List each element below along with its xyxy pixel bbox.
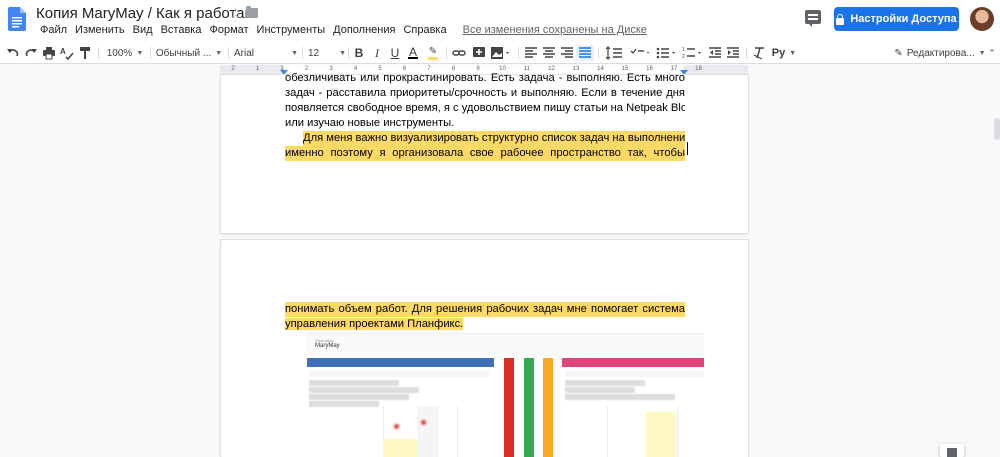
checklist-icon[interactable]	[630, 45, 652, 61]
zoom-select[interactable]: 100% ▼	[104, 45, 146, 61]
redo-icon[interactable]	[24, 45, 38, 61]
align-right-icon[interactable]	[560, 45, 574, 61]
paragraph[interactable]: понимать объем работ. Для решения рабочи…	[285, 302, 685, 332]
font-size-select[interactable]: 12 ▼	[306, 45, 346, 61]
menu-addons[interactable]: Дополнения	[329, 24, 399, 40]
style-select[interactable]: Обычный ... ▼	[154, 45, 224, 61]
highlight-color-icon[interactable]: ✎	[426, 45, 440, 61]
document-page[interactable]: обезличивать или прокрастинировать. Есть…	[221, 72, 748, 233]
collapse-menu-icon[interactable]: ⌃	[986, 45, 998, 61]
saved-status-link[interactable]: Все изменения сохранены на Диске	[459, 24, 651, 40]
link-icon[interactable]	[452, 45, 466, 61]
explore-button[interactable]	[940, 444, 964, 457]
highlighted-text-line: Для меня важно визуализировать структурн…	[303, 131, 685, 146]
share-button[interactable]: Настройки Доступа	[834, 7, 959, 31]
text-line: или изучаю новые инструменты.	[285, 117, 455, 129]
explore-icon	[947, 448, 957, 457]
comments-icon[interactable]	[805, 10, 821, 27]
bold-icon[interactable]: B	[352, 45, 366, 61]
column-green	[524, 358, 534, 457]
menu-edit[interactable]: Изменить	[71, 24, 129, 40]
planfix-app-header: Планфикс MaryMay	[307, 334, 704, 356]
menu-insert[interactable]: Вставка	[157, 24, 206, 40]
italic-icon[interactable]: I	[370, 45, 384, 61]
input-tools-button[interactable]: Ру ▼	[770, 45, 798, 61]
pencil-icon: ✎	[894, 47, 903, 59]
toolbar: A 100% ▼ Обычный ... ▼ Arial ▼ 12 ▼ B I U A …	[0, 42, 1000, 64]
align-justify-icon	[579, 47, 591, 58]
document-page[interactable]: понимать объем работ. Для решения рабочи…	[221, 240, 748, 457]
align-center-icon[interactable]	[542, 45, 556, 61]
spellcheck-icon[interactable]: A	[60, 45, 74, 61]
ruler-number: 2	[231, 66, 235, 72]
paragraph[interactable]: обезличивать или прокрастинировать. Есть…	[285, 71, 685, 161]
underline-icon[interactable]: U	[388, 45, 402, 61]
ruler-number: 1	[255, 66, 260, 72]
share-label: Настройки Доступа	[850, 13, 957, 25]
star-icon[interactable]: ☆	[229, 4, 242, 22]
text-line: появляется свободное время, я с удовольс…	[285, 102, 685, 114]
planfix-panel-header	[562, 358, 704, 367]
svg-text:A: A	[60, 47, 66, 56]
column-in-progress	[543, 358, 553, 457]
highlighted-text-line: именно поэтому я организовала свое рабоч…	[285, 146, 685, 161]
menu-file[interactable]: Файл	[36, 24, 71, 40]
align-left-icon[interactable]	[524, 45, 538, 61]
insert-image-icon[interactable]	[490, 45, 512, 61]
highlighted-text-line: понимать объем работ. Для решения рабочи…	[285, 302, 685, 317]
ruler-number: 18	[695, 66, 702, 72]
google-docs-icon[interactable]	[8, 7, 26, 31]
menu-view[interactable]: Вид	[129, 24, 157, 40]
menu-tools[interactable]: Инструменты	[253, 24, 330, 40]
align-justify-button[interactable]	[576, 45, 594, 61]
menu-format[interactable]: Формат	[205, 24, 252, 40]
document-title[interactable]: Копия MaryMay / Как я работаю	[36, 5, 256, 22]
font-select[interactable]: Arial ▼	[232, 45, 298, 61]
scrollbar-thumb[interactable]	[994, 118, 1000, 140]
avatar[interactable]	[970, 7, 994, 31]
column-current-tasks	[504, 358, 514, 457]
add-comment-icon[interactable]	[472, 45, 486, 61]
lock-icon	[836, 13, 845, 25]
folder-icon[interactable]	[246, 6, 258, 18]
editing-mode-select[interactable]: ✎ Редактирова... ▼	[894, 45, 985, 61]
embedded-screenshot[interactable]: Планфикс MaryMay	[307, 333, 704, 457]
menu-help[interactable]: Справка	[399, 24, 450, 40]
text-color-icon[interactable]: A	[406, 45, 420, 61]
svg-text:1: 1	[682, 47, 685, 53]
numbered-list-icon[interactable]: 12	[682, 45, 704, 61]
undo-icon[interactable]	[6, 45, 20, 61]
clear-formatting-icon[interactable]	[752, 45, 766, 61]
text-cursor	[687, 142, 688, 155]
planfix-panel-header	[307, 358, 494, 367]
text-line: обезличивать или прокрастинировать. Есть…	[285, 72, 685, 84]
svg-text:2: 2	[682, 54, 685, 60]
print-icon[interactable]	[42, 45, 56, 61]
menu-bar: Файл Изменить Вид Вставка Формат Инструм…	[36, 24, 651, 40]
highlighted-text-line: управления проектами Планфикс.	[285, 318, 464, 330]
docs-header: Копия MaryMay / Как я работаю ☆ Файл Изм…	[0, 0, 1000, 42]
bulleted-list-icon[interactable]	[656, 45, 678, 61]
decrease-indent-icon[interactable]	[708, 45, 722, 61]
increase-indent-icon[interactable]	[726, 45, 740, 61]
text-line: задач - расставила приоритеты/срочность …	[285, 87, 685, 99]
line-spacing-icon[interactable]	[604, 45, 626, 61]
paint-format-icon[interactable]	[78, 45, 92, 61]
